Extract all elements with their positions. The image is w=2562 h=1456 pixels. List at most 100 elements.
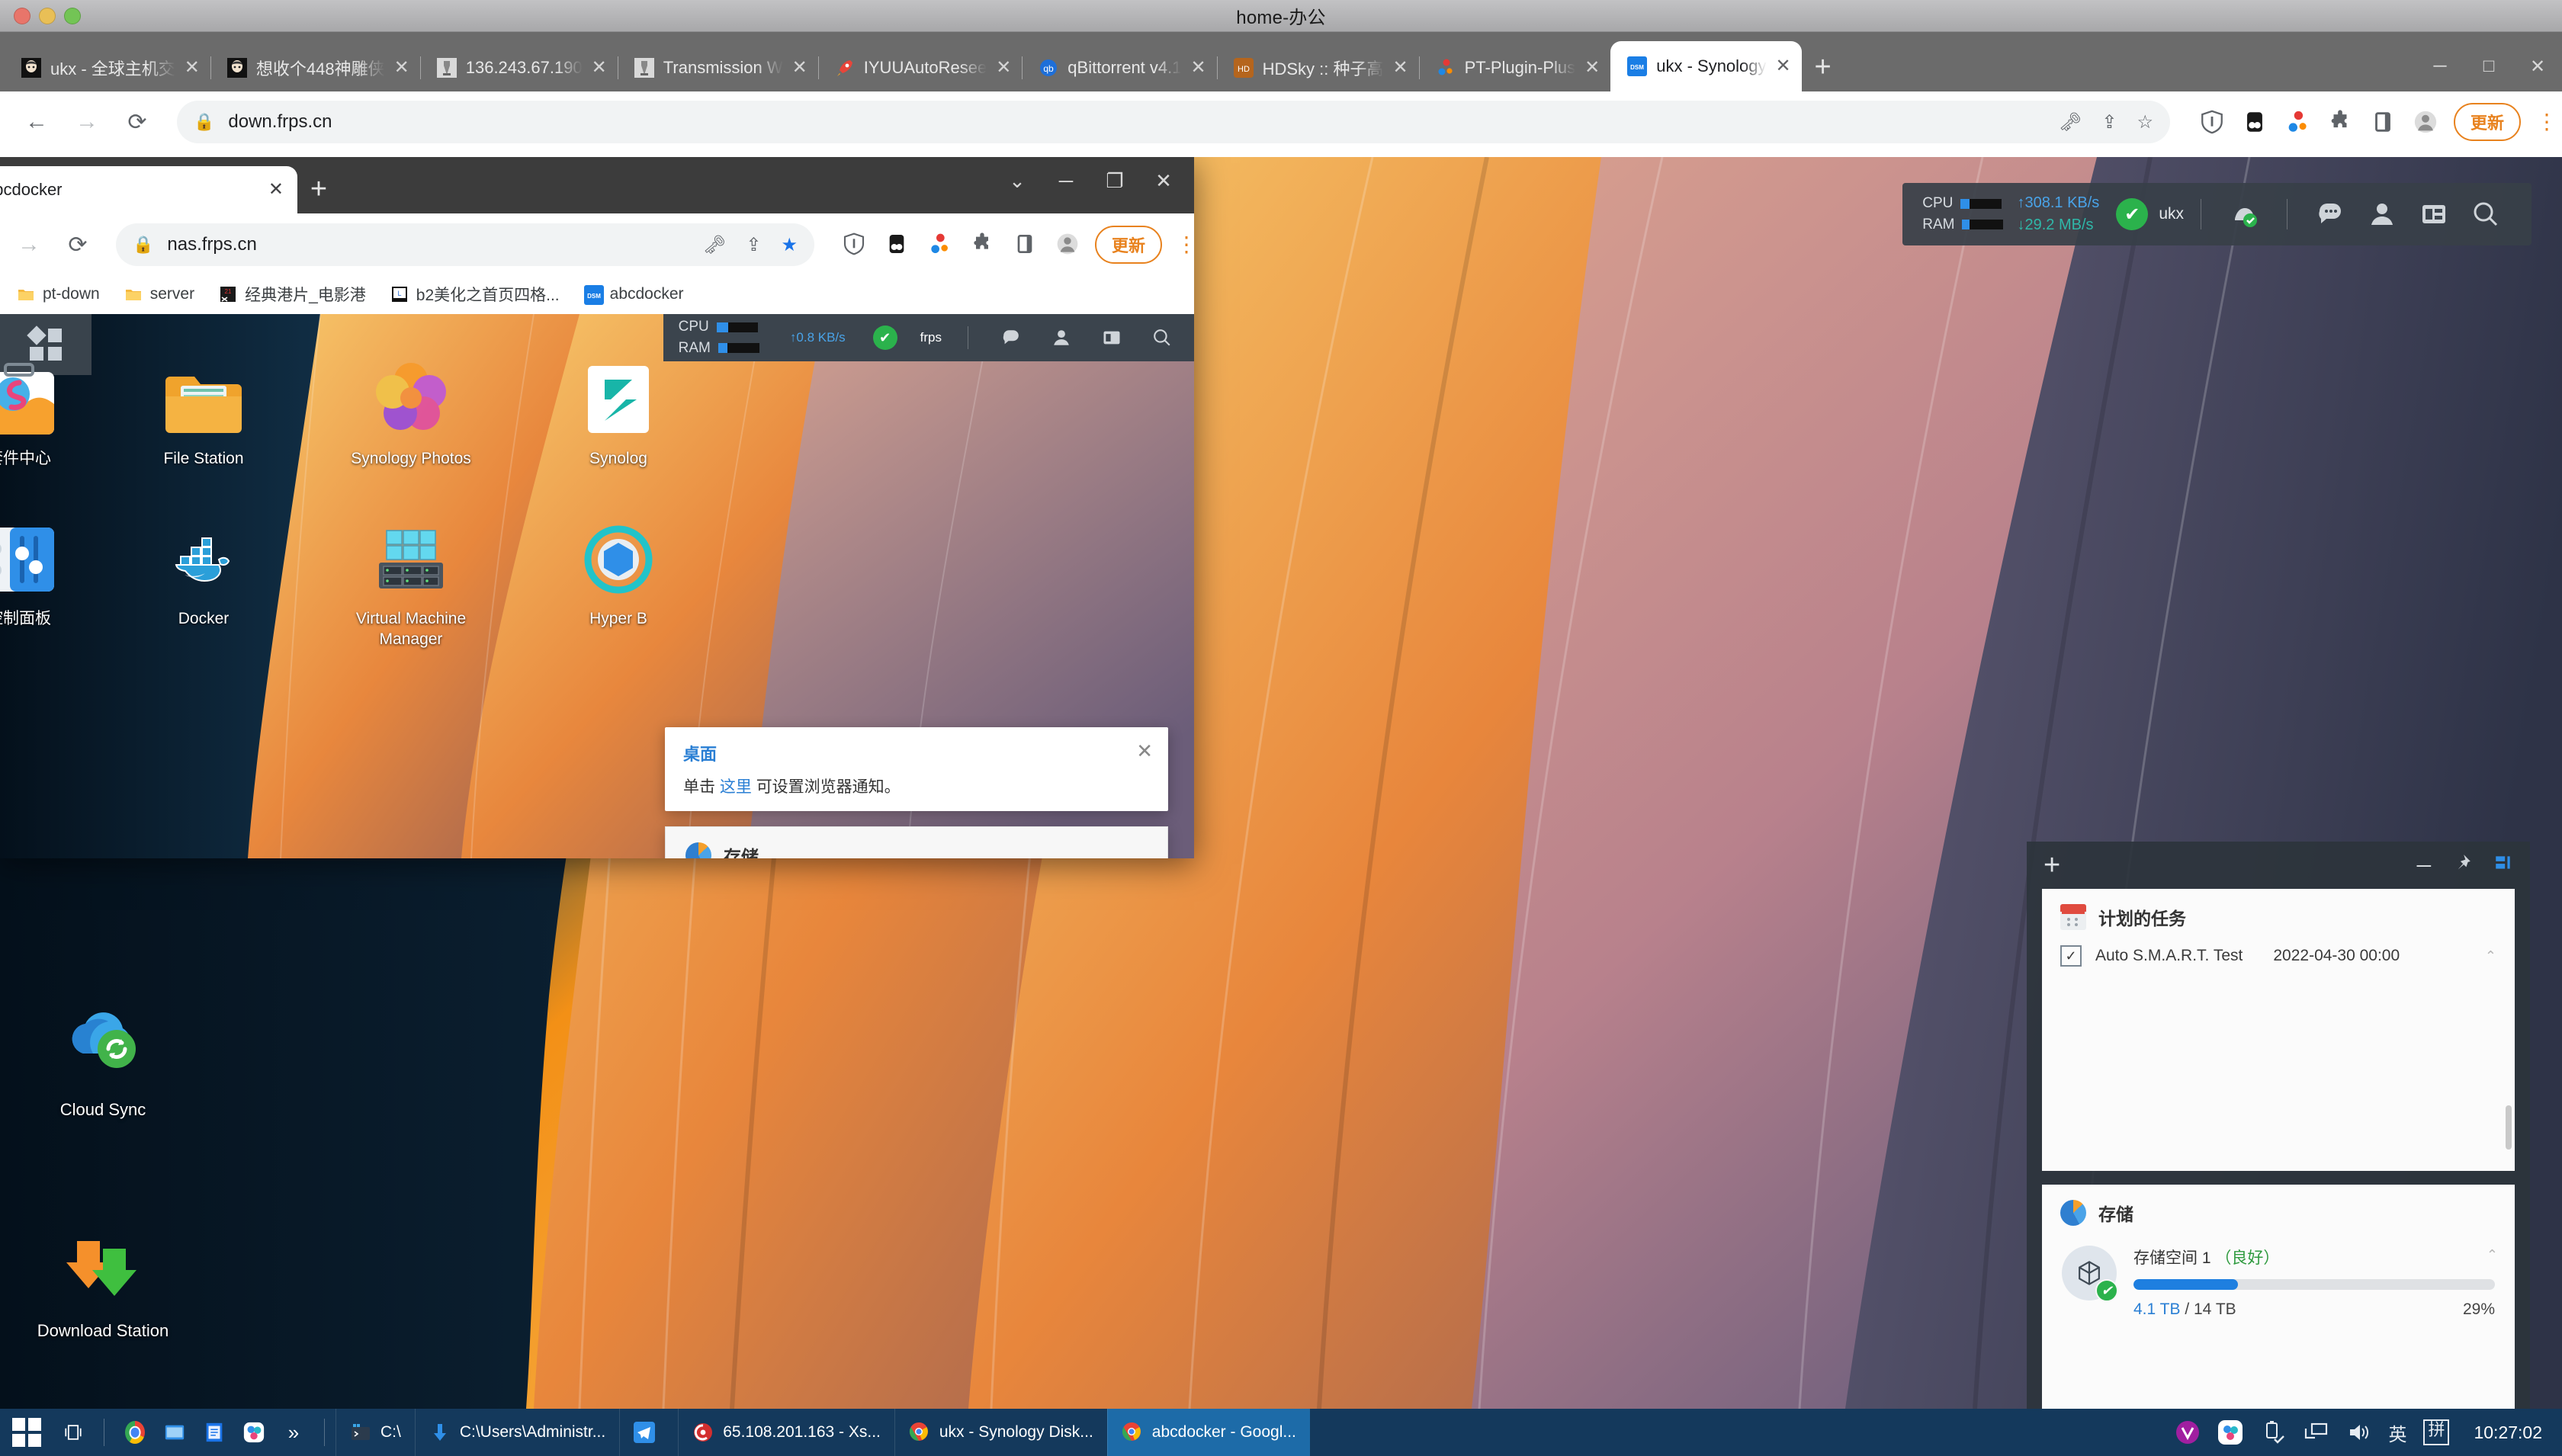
reload-button[interactable]: ⟳	[56, 223, 99, 266]
minimize-widgets-button[interactable]: ─	[2417, 854, 2431, 877]
notification-icon[interactable]	[2315, 199, 2345, 229]
back-button[interactable]: ←	[15, 101, 58, 143]
add-widget-button[interactable]: +	[2043, 849, 2060, 882]
taskbar-item-5[interactable]: ukx - Synology Disk...	[894, 1409, 1107, 1456]
close-tab-button[interactable]: ✕	[1776, 57, 1791, 75]
desktop-icon-package-center[interactable]: 套件中心	[0, 360, 99, 469]
search-icon[interactable]	[2470, 199, 2501, 229]
chrome-menu-button[interactable]: ⋮	[2536, 111, 2557, 132]
volume-icon[interactable]	[2345, 1419, 2371, 1445]
tab-9[interactable]: DSM ukx - Synology ✕	[1610, 41, 1802, 91]
address-bar[interactable]: 🔒 down.frps.cn 🗝 ⇪ ☆	[177, 101, 2170, 143]
tab-6[interactable]: qb qBittorrent v4.1 ✕	[1022, 44, 1216, 91]
tampermonkey-icon[interactable]	[884, 232, 910, 258]
desktop-icon-hyper-backup[interactable]: Hyper B	[538, 520, 698, 629]
adguard-shield-icon[interactable]	[2199, 109, 2225, 135]
resource-monitor-widget[interactable]: CPU RAM	[1922, 193, 2004, 235]
close-notification-button[interactable]: ✕	[1136, 739, 1153, 763]
close-tab-button[interactable]: ✕	[394, 59, 409, 77]
tab-2[interactable]: 想收个448神雕侠 ✕	[210, 44, 420, 91]
forward-button[interactable]: →	[66, 101, 108, 143]
chevron-up-icon[interactable]: ⌃	[2487, 1247, 2498, 1263]
minimize-button[interactable]: ─	[2416, 46, 2464, 87]
desktop-icon-control-panel[interactable]: 控制面板	[0, 520, 99, 629]
close-tab-button[interactable]: ✕	[185, 59, 200, 77]
desktop-icon-synology-drive[interactable]: Synolog	[538, 360, 698, 469]
bookmark-1[interactable]: pt-down	[5, 285, 112, 303]
reload-button[interactable]: ⟳	[116, 101, 159, 143]
close-tab-button[interactable]: ✕	[592, 59, 607, 77]
bookmark-star-icon[interactable]: ☆	[2137, 111, 2153, 133]
tab-3[interactable]: 136.243.67.190 ✕	[419, 44, 618, 91]
update-button[interactable]: 更新	[2453, 103, 2521, 141]
desktop-icon-file-station[interactable]: File Station	[124, 360, 284, 469]
taskbar-pin-notepad[interactable]	[194, 1411, 234, 1454]
desktop-icon-vmm[interactable]: Virtual Machine Manager	[331, 520, 491, 650]
taskbar-item-4[interactable]: 65.108.201.163 - Xs...	[678, 1409, 894, 1456]
widget-icon[interactable]	[2419, 199, 2449, 229]
close-tab-button[interactable]: ✕	[1393, 59, 1408, 77]
chevron-up-icon[interactable]: ⌃	[2485, 948, 2496, 964]
v2ray-icon[interactable]	[2175, 1419, 2201, 1445]
adguard-shield-icon[interactable]	[842, 232, 868, 258]
tab-1[interactable]: ukx - 全球主机交 ✕	[5, 44, 210, 91]
tab-8[interactable]: PT-Plugin-Plus ✕	[1418, 44, 1611, 91]
user-icon-inner[interactable]	[1051, 327, 1072, 348]
bookmark-2[interactable]: server	[112, 285, 207, 303]
share-icon[interactable]: ⇪	[2101, 111, 2117, 133]
bookmark-star-filled-icon[interactable]: ★	[781, 234, 798, 256]
notification-link[interactable]: 这里	[720, 778, 752, 796]
synology-drive-icon[interactable]	[2217, 1419, 2243, 1445]
tab-abcdocker[interactable]: abcdocker ✕	[0, 166, 297, 213]
taskbar-pin-chrome[interactable]	[115, 1411, 155, 1454]
sidepanel-icon[interactable]	[1013, 232, 1039, 258]
desktop-icon-download-station[interactable]: Download Station	[15, 1224, 191, 1342]
taskbar-item-3[interactable]	[619, 1409, 678, 1456]
minimize-button[interactable]: ─	[1042, 162, 1090, 200]
taskbar-pin-explorer[interactable]	[155, 1411, 194, 1454]
taskbar-item-1[interactable]: C:\	[336, 1409, 415, 1456]
profile-avatar-icon[interactable]	[1055, 232, 1081, 258]
table-row[interactable]: ✓ Auto S.M.A.R.T. Test 2022-04-30 00:00 …	[2042, 938, 2515, 974]
new-tab-button[interactable]: +	[1802, 46, 1844, 88]
pt-plugin-icon[interactable]	[2284, 109, 2310, 135]
address-bar[interactable]: 🔒 nas.frps.cn 🗝 ⇪ ★	[116, 223, 814, 266]
usb-eject-icon[interactable]	[2260, 1419, 2286, 1445]
close-tab-button[interactable]: ✕	[996, 59, 1011, 77]
pin-widgets-button[interactable]	[2452, 853, 2472, 878]
widget-layout-button[interactable]	[2493, 853, 2513, 878]
task-view-button[interactable]	[53, 1411, 93, 1454]
taskbar-item-2[interactable]: C:\Users\Administr...	[414, 1409, 619, 1456]
maximize-button[interactable]: ❐	[1090, 162, 1139, 200]
taskbar-pin-synology-assistant[interactable]	[234, 1411, 274, 1454]
update-button[interactable]: 更新	[1094, 226, 1162, 264]
extensions-puzzle-icon[interactable]	[970, 232, 996, 258]
notification-icon-inner[interactable]	[1000, 327, 1022, 348]
scrollbar[interactable]	[2506, 1105, 2512, 1150]
tab-4[interactable]: Transmission W ✕	[617, 44, 818, 91]
close-tab-button[interactable]: ✕	[1584, 59, 1600, 77]
password-key-icon[interactable]: 🗝	[2059, 111, 2082, 133]
tampermonkey-icon[interactable]	[2242, 109, 2268, 135]
password-key-icon[interactable]: 🗝	[703, 234, 726, 256]
chrome-menu-button[interactable]: ⋮	[1176, 233, 1194, 255]
start-button[interactable]	[0, 1409, 53, 1456]
tab-5[interactable]: IYUUAutoResee ✕	[817, 44, 1023, 91]
tab-7[interactable]: HD HDSky :: 种子高 ✕	[1216, 44, 1419, 91]
close-tab-button[interactable]: ✕	[268, 181, 284, 199]
maximize-button[interactable]: □	[2464, 46, 2513, 87]
close-button[interactable]: ✕	[1139, 162, 1188, 200]
pt-plugin-icon[interactable]	[927, 232, 953, 258]
desktop-icon-cloud-sync[interactable]: Cloud Sync	[15, 1003, 191, 1121]
widget-icon-inner[interactable]	[1101, 327, 1122, 348]
bookmark-4[interactable]: Lb2美化之首页四格...	[378, 283, 572, 306]
search-icon-inner[interactable]	[1151, 327, 1173, 348]
ime-mode-indicator[interactable]: 拼	[2423, 1419, 2450, 1445]
close-tab-button[interactable]: ✕	[1190, 59, 1206, 77]
network-icon[interactable]	[2303, 1419, 2329, 1445]
forward-button[interactable]: →	[8, 223, 50, 266]
bookmark-3[interactable]: 21 经典港片_电影港	[207, 283, 378, 306]
tab-search-button[interactable]: ⌄	[993, 162, 1042, 200]
ime-language-indicator[interactable]: 英	[2388, 1419, 2406, 1445]
share-icon[interactable]: ⇪	[746, 234, 761, 256]
